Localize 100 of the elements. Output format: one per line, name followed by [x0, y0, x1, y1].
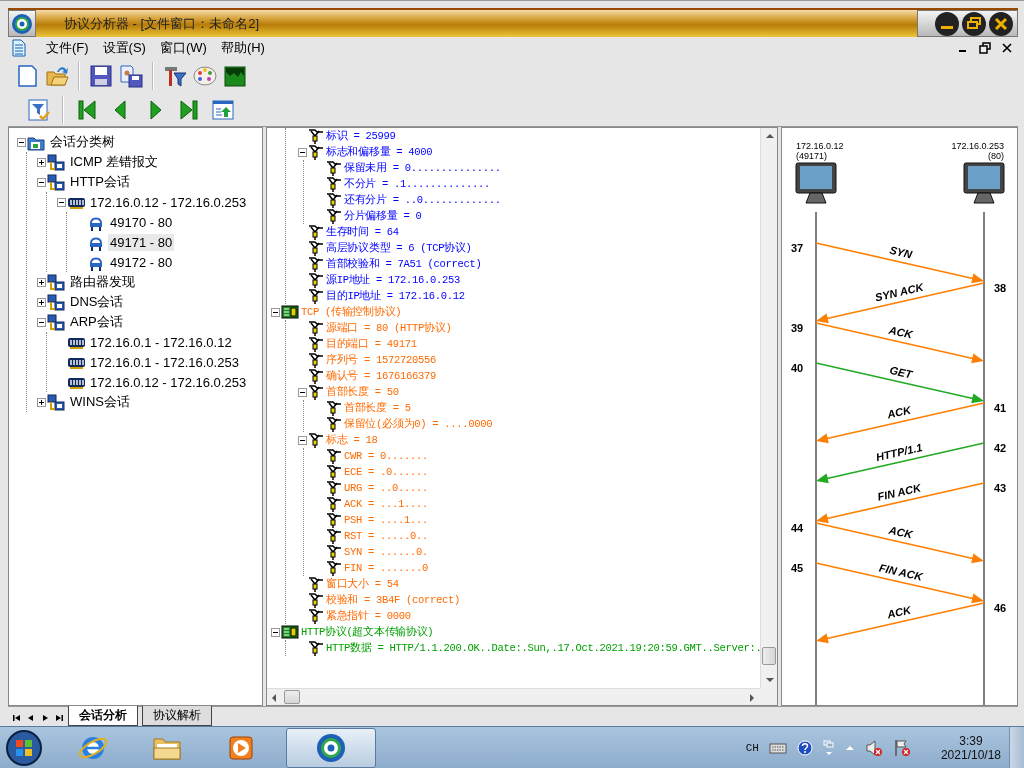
field-item[interactable]: 生存时间 = 64 — [326, 225, 399, 239]
sheet-tab[interactable]: 会话分析 — [68, 706, 138, 726]
app-menu-button[interactable] — [8, 10, 36, 37]
expand-toggle[interactable] — [37, 297, 46, 307]
field-icon — [326, 400, 342, 416]
restore-button[interactable] — [978, 41, 992, 55]
expand-toggle[interactable] — [298, 147, 307, 157]
field-item[interactable]: 目的IP地址 = 172.16.0.12 — [326, 289, 465, 303]
keyboard-icon[interactable] — [768, 741, 787, 755]
chart-icon[interactable] — [223, 64, 247, 88]
export-icon[interactable] — [211, 97, 235, 122]
expand-toggle[interactable] — [57, 197, 66, 207]
field-icon — [326, 528, 342, 544]
message-label: ACK — [886, 603, 913, 621]
tree-item[interactable]: 路由器发现 — [68, 272, 137, 292]
field-item[interactable]: HTTP数据 = HTTP/1.1.200.OK..Date:.Sun,.17.Oct.2021.19:20:59.GMT..Server:. — [326, 641, 760, 655]
tree-item[interactable]: 49172 - 80 — [108, 253, 175, 271]
field-item[interactable]: 还有分片 = ..0............. — [344, 193, 501, 207]
field-icon — [308, 432, 324, 448]
menu-item[interactable]: 窗口(W) — [159, 39, 207, 57]
protocol-item[interactable]: HTTP协议(超文本传输协议) — [301, 625, 434, 639]
expand-toggle[interactable] — [37, 177, 46, 187]
tree-item[interactable]: 172.16.0.1 - 172.16.0.253 — [88, 353, 241, 371]
restore-button[interactable] — [961, 10, 987, 37]
tree-item[interactable]: ARP会话 — [68, 312, 125, 332]
previous-icon[interactable] — [26, 713, 36, 723]
filter-check-icon[interactable] — [27, 97, 51, 122]
language-indicator[interactable]: CH — [745, 742, 759, 754]
tree-item[interactable]: 172.16.0.1 - 172.16.0.12 — [88, 333, 234, 351]
horizontal-scrollbar[interactable] — [267, 688, 760, 705]
field-item[interactable]: 高层协议类型 = 6 (TCP协议) — [326, 241, 472, 255]
field-icon — [326, 544, 342, 560]
tree-item[interactable]: 172.16.0.12 - 172.16.0.253 — [88, 193, 249, 211]
tree-item[interactable]: 49171 - 80 — [108, 233, 175, 251]
clock-button[interactable]: 3:39 2021/10/18 — [940, 734, 1001, 762]
field-item[interactable]: 首部校验和 = 7A51 (correct) — [326, 257, 482, 271]
minimize-button[interactable] — [934, 10, 960, 37]
window-switch-icon[interactable] — [822, 739, 835, 757]
tree-item[interactable]: 49170 - 80 — [108, 213, 175, 231]
taskbar-button[interactable] — [286, 728, 376, 768]
field-icon — [308, 592, 324, 608]
expand-toggle[interactable] — [37, 317, 46, 327]
field-item[interactable]: 保留未用 = 0............... — [344, 161, 501, 175]
field-item[interactable]: 不分片 = .1.............. — [344, 177, 491, 191]
save-icon[interactable] — [89, 64, 113, 88]
expand-toggle[interactable] — [298, 435, 307, 445]
tree-item[interactable]: 172.16.0.12 - 172.16.0.253 — [88, 373, 249, 391]
protocol-icon — [281, 624, 299, 640]
field-icon — [326, 448, 342, 464]
expand-toggle[interactable] — [37, 277, 46, 287]
new-document-icon[interactable] — [15, 64, 39, 88]
field-icon — [308, 608, 324, 624]
field-icon — [308, 288, 324, 304]
next-icon[interactable] — [40, 713, 50, 723]
close-button[interactable] — [1000, 41, 1014, 55]
speaker-muted-icon[interactable] — [864, 739, 883, 757]
expand-toggle[interactable] — [271, 307, 280, 317]
network-icon — [47, 393, 66, 411]
tree-item[interactable]: 会话分类树 — [48, 132, 117, 152]
message-label: ACK — [887, 323, 914, 341]
start-button[interactable] — [4, 728, 44, 768]
flag-icon[interactable] — [892, 739, 911, 757]
expand-toggle[interactable] — [298, 387, 307, 397]
field-item[interactable]: 分片偏移量 = 0 — [344, 209, 422, 223]
field-icon — [326, 512, 342, 528]
palette-icon[interactable] — [193, 64, 217, 88]
field-icon — [326, 480, 342, 496]
tree-item[interactable]: ICMP 差错报文 — [68, 152, 160, 172]
field-icon — [326, 496, 342, 512]
open-folder-icon[interactable] — [45, 64, 69, 88]
first-icon[interactable] — [12, 713, 22, 723]
field-item[interactable]: 源IP地址 = 172.16.0.253 — [326, 273, 461, 287]
menu-item[interactable]: 设置(S) — [102, 39, 146, 57]
menu-item[interactable]: 帮助(H) — [220, 39, 265, 57]
tools-filter-icon[interactable] — [163, 64, 187, 88]
help-icon[interactable] — [796, 740, 813, 756]
expand-toggle[interactable] — [37, 397, 46, 407]
message-label: HTTP/1.1 — [874, 441, 924, 464]
expand-toggle[interactable] — [17, 137, 26, 147]
close-button[interactable] — [988, 10, 1014, 37]
frame-number: 41 — [994, 402, 1007, 414]
expand-toggle[interactable] — [37, 157, 46, 167]
menu-item[interactable]: 文件(F) — [46, 39, 89, 57]
expand-toggle[interactable] — [271, 627, 280, 637]
field-item[interactable]: 标识 = 25999 — [326, 129, 396, 143]
last-icon[interactable] — [54, 713, 64, 723]
tree-item[interactable]: WINS会话 — [68, 392, 132, 412]
field-item[interactable]: 标志和偏移量 = 4000 — [326, 145, 433, 159]
field-icon — [308, 144, 324, 160]
host-address: 172.16.0.253 — [951, 141, 1004, 151]
field-icon — [326, 416, 342, 432]
document-save-icon[interactable] — [119, 64, 143, 88]
field-icon — [308, 272, 324, 288]
tree-item[interactable]: DNS会话 — [68, 292, 126, 312]
vertical-scrollbar[interactable] — [760, 128, 777, 688]
frame-number: 38 — [994, 282, 1007, 294]
sheet-tab[interactable]: 协议解析 — [142, 706, 212, 726]
clock-time: 3:39 — [959, 734, 983, 748]
field-icon — [308, 368, 324, 384]
tree-item[interactable]: HTTP会话 — [68, 172, 132, 192]
